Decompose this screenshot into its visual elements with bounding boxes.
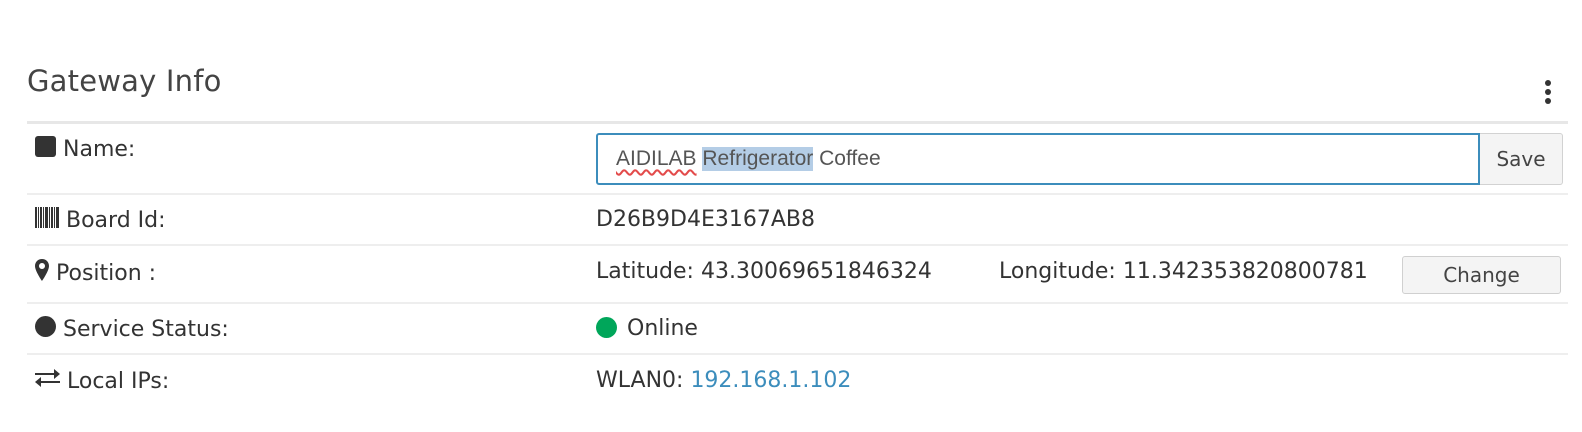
gateway-name-input[interactable]: AIDILAB Refrigerator Coffee [596, 133, 1480, 185]
panel-title: Gateway Info [27, 64, 222, 98]
longitude-value: Longitude: 11.342353820800781 [999, 259, 1368, 284]
name-input-suffix: Coffee [819, 147, 881, 170]
row-divider [27, 353, 1568, 355]
position-label: Position : [56, 260, 157, 286]
board-id-label-group: Board Id: [35, 207, 166, 234]
name-input-selection: Refrigerator [702, 147, 814, 171]
square-icon [35, 136, 56, 163]
latitude-label: Latitude: [596, 259, 694, 284]
local-ips-label: Local IPs: [67, 368, 170, 394]
header-divider [27, 121, 1568, 124]
barcode-icon [35, 207, 59, 234]
circle-icon [35, 316, 56, 343]
name-label: Name: [63, 137, 136, 162]
name-input-prefix: AIDILAB [616, 147, 697, 170]
map-marker-icon [35, 259, 49, 287]
row-divider [27, 244, 1568, 246]
board-id-label: Board Id: [66, 208, 166, 233]
longitude-number: 11.342353820800781 [1122, 259, 1368, 284]
more-options-icon[interactable] [1538, 80, 1558, 104]
service-status-label-group: Service Status: [35, 316, 229, 343]
board-id-value: D26B9D4E3167AB8 [596, 207, 815, 232]
row-divider [27, 302, 1568, 304]
online-status-dot [596, 316, 617, 338]
latitude-number: 43.30069651846324 [700, 259, 932, 284]
name-label-group: Name: [35, 136, 135, 163]
latitude-value: Latitude: 43.30069651846324 [596, 259, 932, 284]
service-status-text: Online [627, 316, 698, 341]
local-ips-label-group: Local IPs: [35, 368, 169, 394]
row-divider [27, 193, 1568, 195]
exchange-icon [35, 368, 60, 394]
position-label-group: Position : [35, 259, 156, 287]
service-status-value: Online [596, 316, 698, 341]
longitude-label: Longitude: [999, 259, 1116, 284]
service-status-label: Service Status: [63, 317, 229, 342]
interface-name: WLAN0: [596, 368, 684, 393]
change-position-button[interactable]: Change [1402, 256, 1561, 294]
save-button[interactable]: Save [1480, 133, 1563, 185]
local-ip-entry: WLAN0: 192.168.1.102 [596, 368, 851, 393]
ip-address-link[interactable]: 192.168.1.102 [690, 368, 851, 393]
